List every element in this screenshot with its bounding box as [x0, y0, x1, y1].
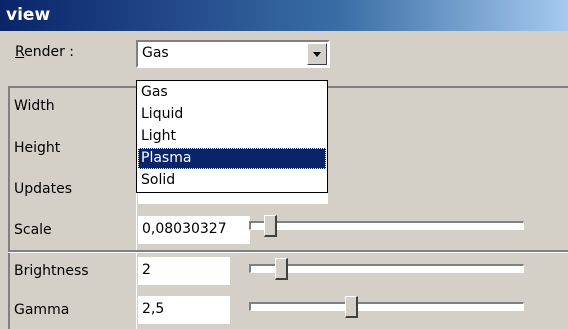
gamma-field[interactable]: 2,5	[138, 296, 230, 324]
gamma-slider-track[interactable]	[249, 302, 524, 311]
render-option-plasma[interactable]: Plasma	[138, 148, 326, 169]
scale-slider-thumb[interactable]	[264, 215, 277, 237]
render-label-text: ender :	[24, 44, 75, 60]
gamma-label: Gamma	[14, 302, 70, 318]
render-option-solid[interactable]: Solid	[138, 170, 326, 191]
brightness-label: Brightness	[14, 263, 89, 279]
window-title-bar: view	[0, 0, 568, 31]
updates-label: Updates	[14, 181, 72, 197]
scale-slider-track[interactable]	[249, 221, 524, 230]
render-option-light[interactable]: Light	[138, 126, 326, 147]
render-dropdown-list: Gas Liquid Light Plasma Solid	[136, 80, 328, 193]
render-option-gas[interactable]: Gas	[138, 82, 326, 103]
render-option-liquid[interactable]: Liquid	[138, 104, 326, 125]
render-label-accesskey: R	[15, 44, 25, 60]
width-label: Width	[14, 98, 55, 114]
brightness-slider-track[interactable]	[249, 264, 524, 273]
render-label: Render :	[15, 44, 74, 60]
window-title: view	[6, 5, 51, 25]
render-dropdown-button[interactable]	[307, 43, 327, 65]
brightness-slider-thumb[interactable]	[275, 258, 288, 280]
render-combobox-value: Gas	[142, 45, 169, 61]
section-divider	[8, 250, 568, 253]
brightness-field[interactable]: 2	[138, 257, 230, 285]
scale-field[interactable]: 0,08030327	[138, 216, 250, 244]
scale-label: Scale	[14, 222, 52, 238]
chevron-down-icon	[313, 52, 321, 57]
height-label: Height	[14, 140, 61, 156]
gamma-slider-thumb[interactable]	[345, 296, 358, 318]
render-combobox[interactable]: Gas	[136, 40, 330, 68]
